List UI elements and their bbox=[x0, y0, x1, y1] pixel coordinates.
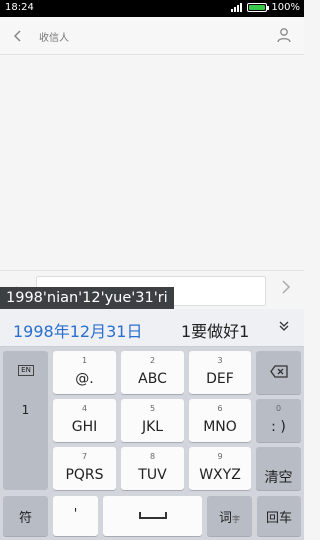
signal-icon bbox=[231, 3, 243, 12]
key-number: 2 bbox=[149, 356, 156, 365]
battery-icon bbox=[247, 3, 270, 12]
status-bar: 18:24 100% bbox=[0, 0, 304, 17]
key-label-main: 词 bbox=[218, 511, 232, 526]
backspace-key[interactable] bbox=[256, 351, 301, 394]
key-label: 词字 bbox=[207, 507, 252, 526]
key-label: ' bbox=[73, 507, 78, 522]
key-label: ABC bbox=[138, 371, 167, 387]
candidate-2[interactable]: 1要做好1 bbox=[181, 318, 249, 342]
left-panel-item[interactable]: 1 bbox=[3, 403, 48, 417]
key-number: 9 bbox=[217, 452, 223, 461]
key-0[interactable]: 0 : ) bbox=[256, 399, 301, 442]
key-7[interactable]: 7 PQRS bbox=[53, 447, 116, 490]
key-label: : ) bbox=[271, 419, 286, 435]
keyboard-left-panel: EN 1 bbox=[3, 351, 48, 490]
keyboard: EN 1 1 @. 2 ABC 3 DEF 4 GHI 5 JKL 6 MNO … bbox=[0, 347, 304, 540]
key-number: 8 bbox=[149, 452, 156, 461]
status-time: 18:24 bbox=[5, 2, 34, 13]
key-number: 5 bbox=[149, 404, 156, 413]
recipient-field[interactable]: 收信人 bbox=[39, 29, 69, 44]
backspace-icon bbox=[270, 365, 288, 378]
en-toggle[interactable]: EN bbox=[18, 365, 34, 376]
send-arrow-icon[interactable] bbox=[281, 280, 291, 294]
contact-icon[interactable] bbox=[276, 27, 292, 43]
space-key[interactable] bbox=[103, 496, 202, 536]
key-number: 6 bbox=[217, 404, 223, 413]
key-label: 回车 bbox=[265, 511, 292, 526]
key-label: PQRS bbox=[65, 467, 104, 483]
key-number: 3 bbox=[217, 356, 223, 365]
chevron-down-icon[interactable] bbox=[278, 320, 290, 332]
key-label: 符 bbox=[18, 511, 32, 526]
space-icon bbox=[139, 512, 167, 519]
key-label: TUV bbox=[138, 467, 167, 483]
key-label: JKL bbox=[141, 419, 164, 435]
key-number: 4 bbox=[81, 404, 88, 413]
word-char-toggle-key[interactable]: 词字 bbox=[207, 496, 252, 536]
key-8[interactable]: 8 TUV bbox=[121, 447, 184, 490]
key-3[interactable]: 3 DEF bbox=[189, 351, 251, 394]
key-label: WXYZ bbox=[199, 467, 241, 483]
key-label: GHI bbox=[71, 419, 98, 435]
key-6[interactable]: 6 MNO bbox=[189, 399, 251, 442]
key-label: @. bbox=[75, 371, 94, 387]
symbols-key[interactable]: 符 bbox=[3, 496, 48, 536]
key-5[interactable]: 5 JKL bbox=[121, 399, 184, 442]
key-2[interactable]: 2 ABC bbox=[121, 351, 184, 394]
key-label: MNO bbox=[203, 419, 237, 435]
key-number: 0 bbox=[275, 404, 282, 413]
candidate-1[interactable]: 1998年12月31日 bbox=[13, 318, 142, 342]
key-4[interactable]: 4 GHI bbox=[53, 399, 116, 442]
key-1[interactable]: 1 @. bbox=[53, 351, 116, 394]
composition-pinyin: 1998'nian'12'yue'31'ri bbox=[0, 287, 174, 309]
key-label: DEF bbox=[206, 371, 234, 387]
apostrophe-key[interactable]: ' bbox=[53, 496, 98, 536]
battery-percent: 100% bbox=[271, 2, 300, 13]
header: 收信人 bbox=[0, 17, 304, 55]
key-label: 清空 bbox=[264, 470, 293, 486]
clear-key[interactable]: 清空 bbox=[256, 447, 301, 490]
message-thread-area bbox=[0, 56, 304, 270]
key-label-sub: 字 bbox=[232, 515, 240, 524]
key-number: 7 bbox=[81, 452, 88, 461]
key-9[interactable]: 9 WXYZ bbox=[189, 447, 251, 490]
enter-key[interactable]: 回车 bbox=[257, 496, 301, 536]
back-arrow-icon[interactable] bbox=[12, 30, 24, 42]
key-number: 1 bbox=[81, 356, 88, 365]
candidate-bar: 1998年12月31日 1要做好1 bbox=[0, 309, 304, 347]
